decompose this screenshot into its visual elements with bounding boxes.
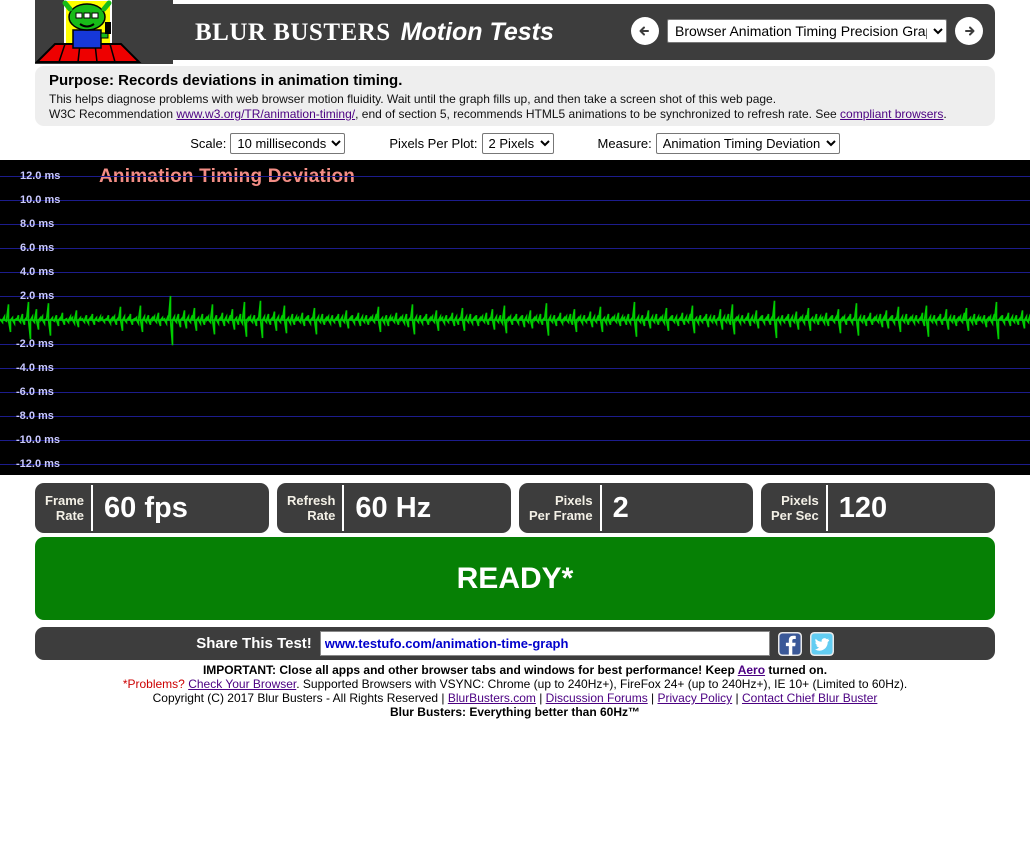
blurbusters-link[interactable]: BlurBusters.com: [448, 691, 536, 705]
check-your-browser-link[interactable]: Check Your Browser: [188, 677, 296, 691]
footer-l3-sep2: |: [647, 691, 658, 705]
stat-refresh-rate: Refresh Rate 60 Hz: [277, 483, 511, 533]
share-label: Share This Test!: [196, 635, 312, 652]
footer-l3-sep3: |: [732, 691, 742, 705]
arrow-right-icon[interactable]: [955, 17, 983, 45]
purpose-line-1: This helps diagnose problems with web br…: [49, 92, 777, 106]
purpose-line-2: W3C Recommendation www.w3.org/TR/animati…: [49, 107, 981, 122]
stat-value: 60 Hz: [355, 491, 432, 524]
footer-l3-a: Copyright (C) 2017 Blur Busters - All Ri…: [152, 691, 448, 705]
footer-l3-sep1: |: [535, 691, 546, 705]
stat-label: Pixels Per Frame: [519, 493, 600, 523]
stat-label: Pixels Per Sec: [761, 493, 826, 523]
brand-title: BLUR BUSTERS Motion Tests: [195, 18, 554, 47]
purpose-title: Purpose: Records deviations in animation…: [49, 72, 403, 89]
stat-label-line1: Pixels: [781, 493, 819, 508]
share-url-input[interactable]: [319, 631, 770, 656]
stat-value: 60 fps: [104, 491, 188, 524]
stat-label-line2: Rate: [55, 508, 85, 523]
footer-l2-a: *Problems?: [122, 677, 189, 691]
stat-label-line2: Rate: [307, 508, 336, 523]
purpose-line2-text-b: , end of section 5, recommends HTML5 ani…: [355, 107, 841, 121]
stats-row: Frame Rate 60 fps Refresh Rate 60 Hz Pixels Per…: [35, 483, 995, 533]
footer-l1-b: turned on.: [765, 663, 828, 677]
purpose-panel: Purpose: Records deviations in animation…: [35, 66, 995, 126]
measure-control: Measure: Animation Timing Deviation: [598, 133, 840, 154]
privacy-policy-link[interactable]: Privacy Policy: [658, 691, 733, 705]
twitter-icon[interactable]: [809, 631, 834, 656]
pixels-per-plot-control: Pixels Per Plot: 2 Pixels: [389, 133, 554, 154]
w3c-animation-timing-link[interactable]: www.w3.org/TR/animation-timing/: [176, 107, 355, 121]
stat-pixels-per-frame: Pixels Per Frame 2: [519, 483, 753, 533]
footer-l1-a: IMPORTANT: Close all apps and other brow…: [202, 663, 738, 677]
animation-timing-graph: Animation Timing Deviation 12.0 ms 10.0 m…: [0, 160, 1030, 475]
footer-line-2: *Problems? Check Your Browser. Supported…: [0, 677, 1030, 691]
brand-secondary: Motion Tests: [400, 18, 554, 46]
footer-line-1: IMPORTANT: Close all apps and other brow…: [0, 663, 1030, 677]
status-banner: READY*: [35, 537, 995, 620]
brand-primary: BLUR BUSTERS: [195, 19, 391, 46]
measure-select[interactable]: Animation Timing Deviation: [655, 133, 840, 154]
arrow-left-icon[interactable]: [631, 17, 659, 45]
status-text: READY*: [456, 561, 574, 595]
blur-busters-alien-logo: [35, 0, 173, 64]
footer-line-3: Copyright (C) 2017 Blur Busters - All Ri…: [0, 691, 1030, 705]
stat-label-line2: Per Sec: [771, 508, 819, 523]
aero-link[interactable]: Aero: [738, 663, 765, 677]
purpose-line2-text-a: W3C Recommendation: [49, 107, 177, 121]
discussion-forums-link[interactable]: Discussion Forums: [546, 691, 648, 705]
stat-frame-rate: Frame Rate 60 fps: [35, 483, 269, 533]
stat-value: 2: [612, 491, 629, 524]
stat-label: Refresh Rate: [277, 493, 342, 523]
footer-line-4: Blur Busters: Everything better than 60H…: [389, 705, 641, 719]
contact-link[interactable]: Contact Chief Blur Buster: [742, 691, 877, 705]
facebook-icon[interactable]: [777, 631, 802, 656]
stat-value: 120: [838, 491, 888, 524]
stat-label: Frame Rate: [35, 493, 91, 523]
scale-control: Scale: 10 milliseconds: [190, 133, 346, 154]
pixels-per-plot-label: Pixels Per Plot:: [389, 136, 478, 151]
pixels-per-plot-select[interactable]: 2 Pixels: [481, 133, 554, 154]
scale-select[interactable]: 10 milliseconds: [230, 133, 346, 154]
graph-trace: [0, 295, 1030, 346]
purpose-line2-text-c: .: [943, 107, 947, 121]
test-navigation: Browser Animation Timing Precision Graph: [631, 17, 983, 45]
stat-label-line1: Refresh: [287, 493, 336, 508]
compliant-browsers-link[interactable]: compliant browsers: [840, 107, 943, 121]
share-bar: Share This Test!: [35, 627, 995, 660]
stat-label-line1: Pixels: [555, 493, 593, 508]
stat-label-line1: Frame: [45, 493, 85, 508]
site-header: BLUR BUSTERS Motion Tests Browser Animati…: [35, 0, 995, 64]
footer-l2-b: . Supported Browsers with VSYNC: Chrome …: [296, 677, 908, 691]
scale-label: Scale:: [190, 136, 227, 151]
graph-controls: Scale: 10 milliseconds Pixels Per Plot: …: [0, 133, 1030, 154]
page-footer: IMPORTANT: Close all apps and other brow…: [0, 663, 1030, 719]
stat-pixels-per-sec: Pixels Per Sec 120: [761, 483, 995, 533]
measure-label: Measure:: [597, 136, 652, 151]
stat-label-line2: Per Frame: [529, 508, 593, 523]
test-selector[interactable]: Browser Animation Timing Precision Graph: [667, 19, 947, 43]
